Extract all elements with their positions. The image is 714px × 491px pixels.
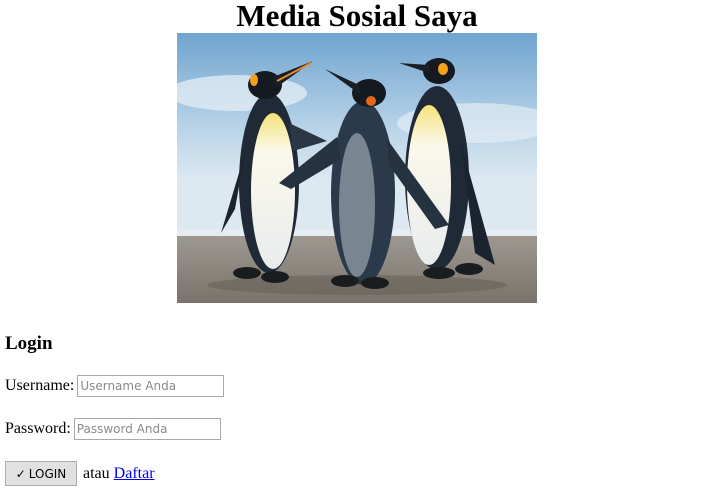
login-actions: ✓ LOGIN atau Daftar bbox=[5, 461, 155, 486]
login-button[interactable]: ✓ LOGIN bbox=[5, 461, 77, 486]
password-input[interactable] bbox=[73, 418, 221, 440]
login-button-label: LOGIN bbox=[28, 466, 67, 481]
register-link[interactable]: Daftar bbox=[114, 465, 155, 483]
login-heading: Login bbox=[5, 333, 53, 354]
page: Media Sosial Saya Login Username: Userna… bbox=[0, 0, 714, 491]
username-input[interactable] bbox=[77, 375, 225, 397]
hero-image bbox=[177, 33, 537, 303]
password-label: Password: bbox=[5, 420, 71, 437]
page-title: Media Sosial Saya bbox=[236, 0, 478, 33]
username-label: Username: bbox=[5, 377, 75, 394]
password-row: Password: bbox=[5, 418, 221, 440]
check-icon: ✓ bbox=[15, 466, 26, 481]
or-text: atau bbox=[83, 464, 110, 482]
username-row: Username: bbox=[5, 375, 225, 397]
penguins-image bbox=[177, 33, 537, 303]
